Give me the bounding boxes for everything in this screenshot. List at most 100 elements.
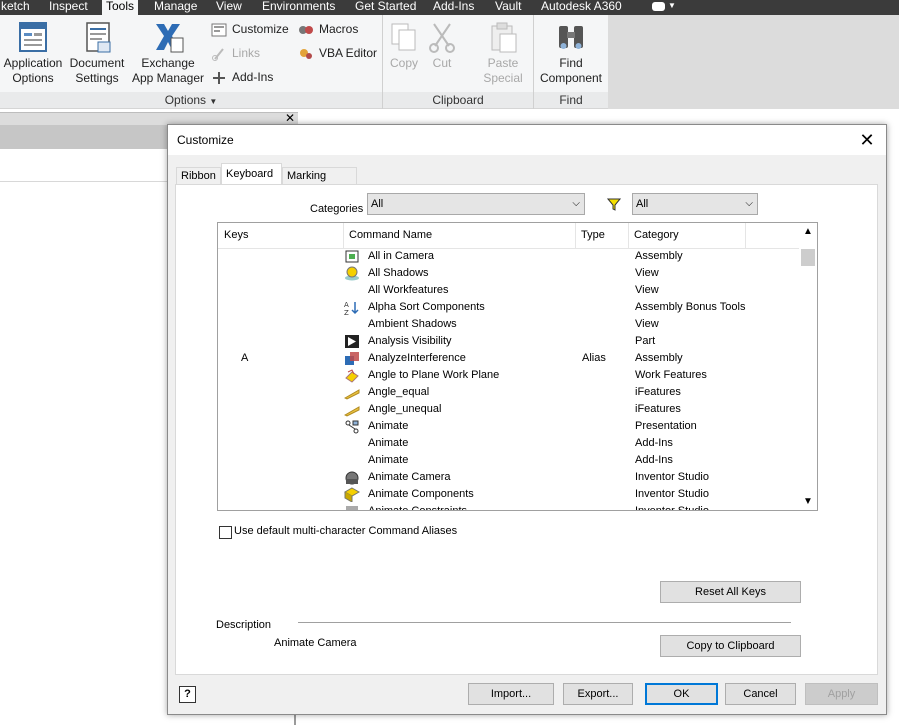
grid-scrollbar[interactable]: ▲ ▼ (799, 223, 817, 510)
tab-marking-menu[interactable]: Marking Menu (282, 167, 357, 198)
close-icon[interactable]: ✕ (283, 112, 297, 124)
links-button[interactable]: Links (211, 44, 260, 62)
options-group-label[interactable]: Options ▼ (0, 92, 382, 108)
description-label: Description (216, 619, 272, 631)
help-icon[interactable]: ? (179, 686, 196, 703)
tab-inspect[interactable]: Inspect (49, 0, 88, 15)
row-command-name: All Shadows (368, 267, 429, 279)
column-header-category[interactable]: Category (634, 229, 679, 241)
default-aliases-checkbox[interactable] (219, 526, 232, 539)
customize-button[interactable]: Customize (211, 20, 289, 38)
document-settings-button[interactable]: Document Settings (67, 20, 127, 86)
reset-all-keys-button[interactable]: Reset All Keys (660, 581, 801, 603)
cloud-icon[interactable] (652, 2, 665, 11)
tab-view[interactable]: View (216, 0, 242, 15)
cut-button[interactable]: Cut (424, 20, 460, 71)
scroll-up-icon[interactable]: ▲ (803, 226, 813, 237)
copy-to-clipboard-button[interactable]: Copy to Clipboard (660, 635, 801, 657)
filter-select[interactable]: All ⌵ (632, 193, 758, 215)
row-category: Inventor Studio (635, 488, 709, 500)
row-command-name: Alpha Sort Components (368, 301, 485, 313)
cancel-button[interactable]: Cancel (725, 683, 796, 705)
table-row[interactable]: All in Camera Assembly (218, 248, 799, 265)
application-options-label-2: Options (12, 71, 54, 85)
tab-add-ins[interactable]: Add-Ins (433, 0, 474, 15)
table-row[interactable]: Angle_unequal iFeatures (218, 401, 799, 418)
column-divider[interactable] (745, 223, 746, 249)
chevron-down-icon[interactable]: ▼ (668, 1, 676, 10)
row-command-name: AnalyzeInterference (368, 352, 466, 364)
row-category: Presentation (635, 420, 697, 432)
ribbon-tab-bar: ketch Inspect Tools Manage View Environm… (0, 0, 899, 15)
table-row[interactable]: All Workfeatures View (218, 282, 799, 299)
table-row[interactable]: All Shadows View (218, 265, 799, 282)
close-icon[interactable]: ✕ (856, 129, 878, 151)
tab-manage[interactable]: Manage (154, 0, 197, 15)
commands-grid: Keys Command Name Type Category All in C… (217, 222, 818, 511)
add-ins-button[interactable]: Add-Ins (211, 68, 273, 86)
table-row[interactable]: Angle to Plane Work Plane Work Features (218, 367, 799, 384)
copy-button[interactable]: Copy (385, 20, 423, 71)
table-row[interactable]: Animate Presentation (218, 418, 799, 435)
row-command-name: Animate (368, 420, 409, 432)
ok-button[interactable]: OK (645, 683, 718, 705)
exchange-app-manager-button[interactable]: Exchange App Manager (130, 20, 206, 86)
apply-button[interactable]: Apply (805, 683, 878, 705)
row-category: View (635, 284, 659, 296)
table-row[interactable]: Animate Components Inventor Studio (218, 486, 799, 503)
paste-special-button[interactable]: Paste Special (478, 20, 528, 86)
row-command-name: All Workfeatures (368, 284, 449, 296)
tab-vault[interactable]: Vault (495, 0, 521, 15)
categories-select[interactable]: All ⌵ (367, 193, 585, 215)
paste-special-label-2: Special (483, 71, 523, 85)
vba-editor-button[interactable]: VBA Editor (298, 44, 377, 62)
row-category: Inventor Studio (635, 471, 709, 483)
scroll-down-icon[interactable]: ▼ (803, 496, 813, 507)
svg-text:Z: Z (344, 309, 349, 315)
table-row[interactable]: A AnalyzeInterference Alias Assembly (218, 350, 799, 367)
column-header-type[interactable]: Type (581, 229, 605, 241)
all-in-camera-icon (345, 250, 359, 263)
tab-ribbon[interactable]: Ribbon (176, 167, 221, 185)
import-button[interactable]: Import... (468, 683, 554, 705)
tab-keyboard[interactable]: Keyboard (221, 163, 282, 185)
table-row[interactable]: Animate Add-Ins (218, 435, 799, 452)
browser-panel-area (0, 149, 168, 182)
alpha-sort-icon: AZ (344, 301, 359, 315)
macros-icon (299, 25, 313, 34)
document-settings-label-1: Document (69, 56, 125, 70)
vba-editor-icon (300, 48, 312, 59)
tab-get-started[interactable]: Get Started (355, 0, 416, 15)
tab-environments[interactable]: Environments (262, 0, 335, 15)
table-row[interactable]: Analysis Visibility Part (218, 333, 799, 350)
column-header-keys[interactable]: Keys (224, 229, 248, 241)
table-row[interactable]: A Z Alpha Sort Components Assembly Bonus To… (218, 299, 799, 316)
column-header-command-name[interactable]: Command Name (349, 229, 432, 241)
tab-tools[interactable]: Tools (102, 0, 139, 15)
table-row[interactable]: Angle_equal iFeatures (218, 384, 799, 401)
cut-icon (429, 23, 455, 53)
copy-label: Copy (389, 56, 418, 70)
find-component-button[interactable]: Find Component (536, 20, 606, 86)
table-row[interactable]: Animate Constraints Inventor Studio (218, 503, 799, 510)
tab-sketch[interactable]: ketch (1, 0, 30, 15)
column-divider[interactable] (343, 223, 344, 249)
table-row[interactable]: Ambient Shadows View (218, 316, 799, 333)
table-row[interactable]: Animate Add-Ins (218, 452, 799, 469)
scroll-thumb[interactable] (801, 249, 815, 266)
column-divider[interactable] (575, 223, 576, 249)
row-command-name: Angle to Plane Work Plane (368, 369, 500, 381)
tab-autodesk-a360[interactable]: Autodesk A360 (541, 0, 622, 15)
macros-button[interactable]: Macros (298, 20, 358, 38)
export-button[interactable]: Export... (563, 683, 633, 705)
application-options-button[interactable]: Application Options (2, 20, 64, 86)
row-category: Work Features (635, 369, 707, 381)
clipboard-group-label: Clipboard (383, 92, 533, 108)
svg-text:A: A (344, 301, 349, 309)
paste-special-label-1: Paste (487, 56, 519, 70)
table-row[interactable]: Animate Camera Inventor Studio (218, 469, 799, 486)
row-command-name: Analysis Visibility (368, 335, 452, 347)
animate-icon (345, 420, 359, 434)
description-value: Animate Camera (274, 637, 357, 649)
column-divider[interactable] (628, 223, 629, 249)
